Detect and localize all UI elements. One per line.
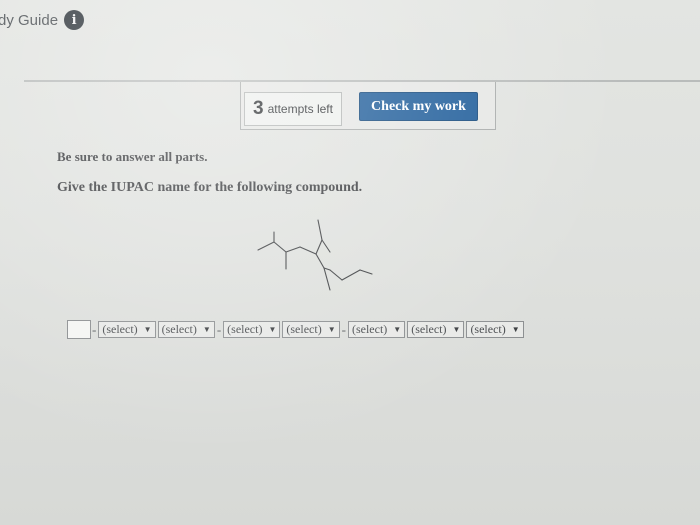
name-part-select-7[interactable]: (select) ▼: [466, 320, 524, 338]
chevron-down-icon: ▼: [143, 324, 152, 334]
iupac-answer-row: - (select) ▼ (select) ▼ - (select) ▼ (se…: [67, 318, 525, 340]
chevron-down-icon: ▼: [511, 324, 520, 334]
check-my-work-button[interactable]: Check my work: [359, 92, 478, 121]
attempts-label: attempts left: [267, 102, 333, 116]
question-prompt: Give the IUPAC name for the following co…: [57, 180, 363, 195]
study-guide-label[interactable]: dy Guide: [0, 12, 58, 29]
attempts-indicator: 3 attempts left: [244, 92, 342, 126]
chevron-down-icon: ▼: [268, 324, 277, 334]
name-part-select-6[interactable]: (select) ▼: [407, 320, 465, 338]
info-icon[interactable]: i: [64, 10, 85, 30]
chevron-down-icon: ▼: [202, 324, 211, 334]
locant-input[interactable]: [67, 319, 91, 339]
hyphen-separator: -: [216, 321, 222, 337]
chevron-down-icon: ▼: [393, 324, 402, 334]
name-part-select-3[interactable]: (select) ▼: [223, 320, 281, 338]
chevron-down-icon: ▼: [327, 324, 336, 334]
name-part-select-1[interactable]: (select) ▼: [98, 320, 156, 338]
skeletal-structure-image: [257, 219, 373, 291]
instruction-text: Be sure to answer all parts.: [57, 149, 208, 164]
hyphen-separator: -: [341, 321, 346, 337]
study-guide-link[interactable]: dy Guide i: [0, 10, 85, 30]
name-part-select-5[interactable]: (select) ▼: [347, 320, 406, 338]
name-part-select-2[interactable]: (select) ▼: [157, 320, 215, 338]
attempts-count: 3: [253, 98, 264, 119]
hyphen-separator: -: [92, 321, 97, 337]
chevron-down-icon: ▼: [452, 324, 461, 334]
name-part-select-4[interactable]: (select) ▼: [282, 320, 340, 338]
